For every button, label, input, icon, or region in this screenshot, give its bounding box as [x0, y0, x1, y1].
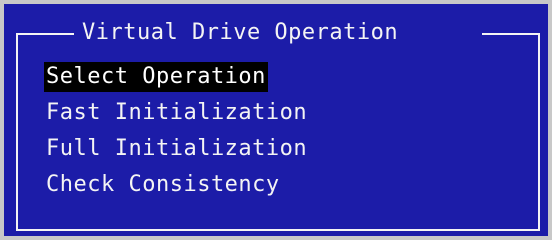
- menu-item-fast-initialization[interactable]: Fast Initialization: [44, 98, 309, 128]
- virtual-drive-operation-dialog: Virtual Drive Operation Select Operation…: [4, 4, 548, 236]
- frame-top-right-line: [482, 33, 540, 35]
- operation-menu: Select Operation Fast Initialization Ful…: [44, 62, 309, 206]
- menu-item-check-consistency[interactable]: Check Consistency: [44, 170, 282, 200]
- menu-item-full-initialization[interactable]: Full Initialization: [44, 134, 309, 164]
- frame-top-left-line: [16, 33, 74, 35]
- menu-item-select-operation[interactable]: Select Operation: [44, 62, 268, 92]
- dialog-title: Virtual Drive Operation: [82, 20, 399, 45]
